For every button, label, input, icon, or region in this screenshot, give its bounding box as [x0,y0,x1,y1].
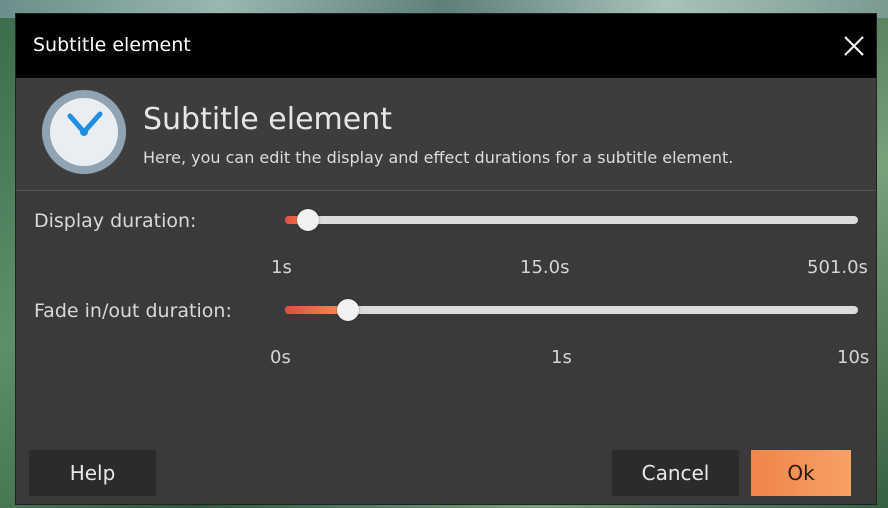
fade-duration-slider[interactable] [285,298,858,322]
slider-thumb[interactable] [337,299,359,321]
header-title: Subtitle element [143,102,392,137]
window-title: Subtitle element [33,34,191,56]
fade-tick-max: 10s [837,347,870,368]
close-icon [844,36,864,56]
clock-icon [40,88,128,176]
close-button[interactable] [832,24,876,68]
cancel-button[interactable]: Cancel [612,450,739,496]
display-tick-min: 1s [271,257,292,278]
header-subtitle: Here, you can edit the display and effec… [143,148,734,167]
display-duration-slider[interactable] [285,208,858,232]
subtitle-element-dialog: Subtitle element Subtitle element Here, … [16,14,876,504]
ok-button[interactable]: Ok [751,450,851,496]
title-bar: Subtitle element [16,14,876,78]
fade-duration-label: Fade in/out duration: [34,300,232,322]
fade-tick-mid: 1s [551,347,572,368]
display-tick-mid: 15.0s [520,257,570,278]
display-duration-label: Display duration: [34,210,197,232]
slider-track [285,306,858,314]
slider-track [285,216,858,224]
slider-thumb[interactable] [297,209,319,231]
display-tick-max: 501.0s [807,257,868,278]
dialog-header: Subtitle element Here, you can edit the … [16,78,876,191]
help-button[interactable]: Help [29,450,156,496]
fade-tick-min: 0s [270,347,291,368]
